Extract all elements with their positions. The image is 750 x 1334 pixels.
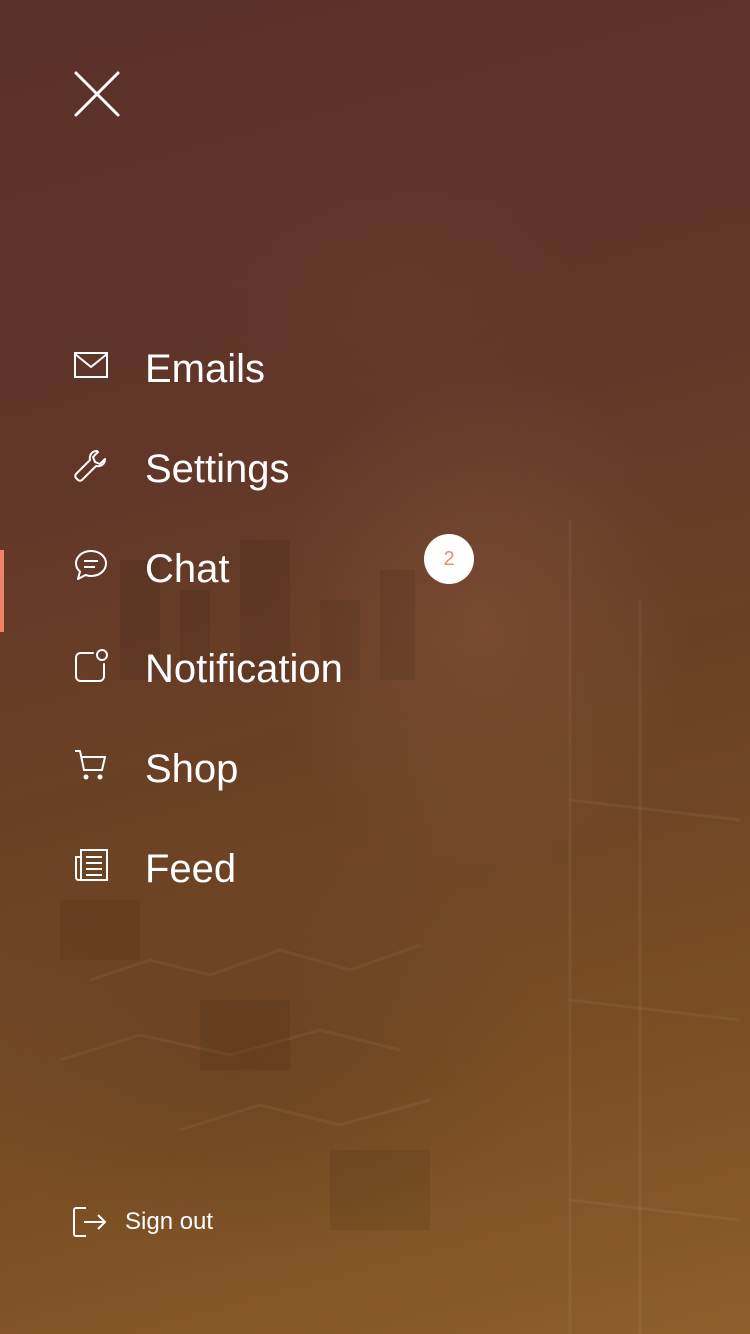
menu-item-chat[interactable]: Chat xyxy=(0,518,750,618)
menu-item-settings[interactable]: Settings xyxy=(0,418,750,518)
menu-item-notification[interactable]: Notification xyxy=(0,618,750,718)
menu-item-emails[interactable]: Emails xyxy=(0,318,750,418)
side-menu-screen: Emails Settings Chat Notification Shop F… xyxy=(0,0,750,1334)
menu-item-label: Settings xyxy=(145,447,290,491)
newspaper-icon xyxy=(73,848,109,884)
menu-item-label: Chat xyxy=(145,547,230,591)
close-icon xyxy=(74,71,120,117)
close-button[interactable] xyxy=(72,69,122,119)
active-item-indicator xyxy=(0,550,4,632)
mail-icon xyxy=(73,348,109,384)
menu-item-label: Emails xyxy=(145,347,266,391)
menu-item-label: Shop xyxy=(145,747,239,791)
sign-out-label: Sign out xyxy=(125,1208,214,1235)
cart-icon xyxy=(73,748,109,784)
chat-unread-badge: 2 xyxy=(424,534,474,584)
menu-item-label: Feed xyxy=(145,847,237,891)
menu-item-shop[interactable]: Shop xyxy=(0,718,750,818)
sign-out-button[interactable]: Sign out xyxy=(72,1204,272,1240)
wrench-icon xyxy=(73,448,109,484)
side-menu: Emails Settings Chat Notification Shop F… xyxy=(0,318,750,918)
notification-icon xyxy=(73,648,109,684)
menu-item-label: Notification xyxy=(145,647,343,691)
chat-bubble-icon xyxy=(73,548,109,584)
sign-out-icon xyxy=(72,1204,108,1240)
menu-item-feed[interactable]: Feed xyxy=(0,818,750,918)
